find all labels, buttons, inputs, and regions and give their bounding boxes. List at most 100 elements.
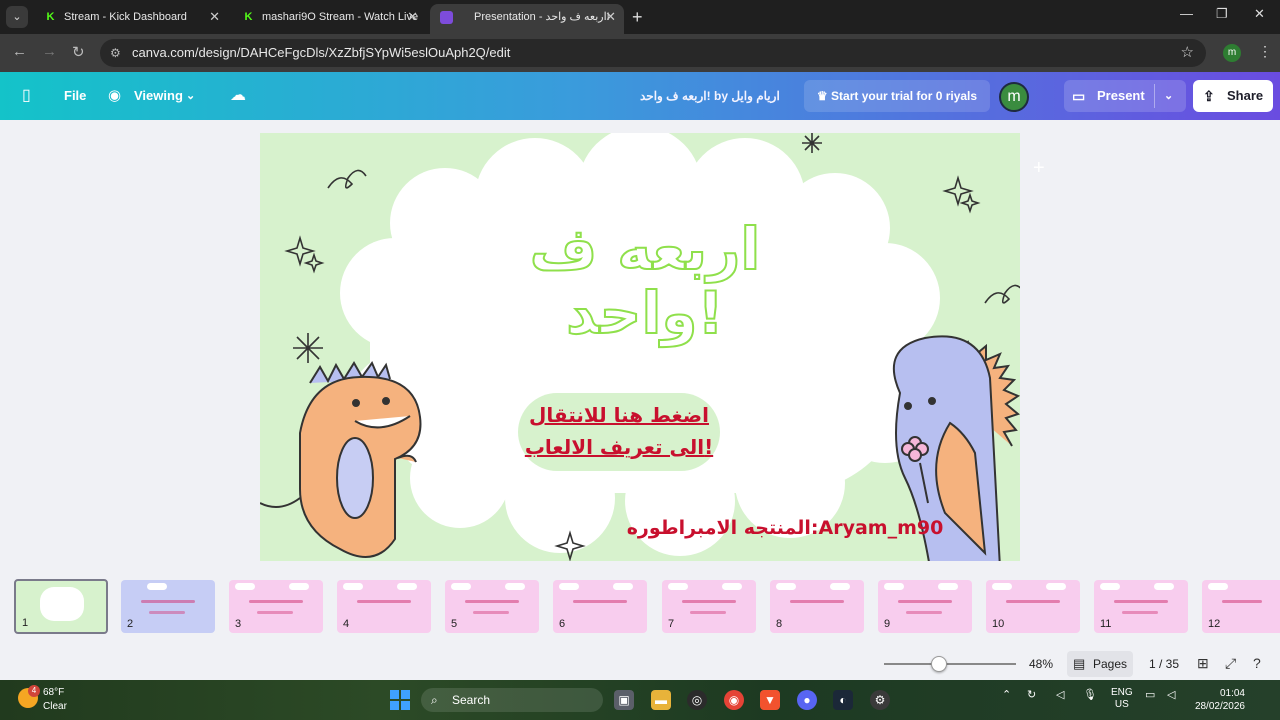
chevron-down-icon[interactable]: ⌄	[186, 72, 195, 120]
kick-icon: K	[46, 11, 55, 23]
slide-canvas[interactable]: اربعه ف واحد! اضغط هنا للانتقال الى تعري…	[260, 133, 1020, 561]
zoom-level[interactable]: 48%	[1029, 657, 1053, 671]
reload-icon[interactable]: ↻	[72, 43, 85, 61]
zoom-slider-handle[interactable]	[931, 656, 948, 672]
windows-start-icon[interactable]	[390, 690, 410, 710]
pages-button[interactable]: ▤ Pages	[1067, 651, 1133, 677]
close-icon[interactable]: ✕	[209, 4, 220, 30]
new-tab-button[interactable]: +	[632, 6, 643, 28]
slide-artwork	[260, 133, 1020, 561]
page-thumbnail[interactable]: 1	[14, 579, 108, 634]
present-icon: ▭	[1072, 88, 1086, 104]
obs-icon[interactable]: ◎	[687, 690, 707, 710]
trial-button[interactable]: ♛ Start your trial for 0 riyals	[804, 80, 990, 112]
discord-icon[interactable]: ●	[797, 690, 817, 710]
sync-icon[interactable]: ↻	[1027, 688, 1036, 701]
browser-tab-stream[interactable]: K mashari9O Stream - Watch Live ✕	[232, 4, 426, 34]
page-thumbnail[interactable]: 6	[553, 580, 647, 633]
page-number: 6	[559, 618, 566, 630]
site-info-icon[interactable]: ⚙	[110, 39, 121, 67]
browser-menu-icon[interactable]: ⋮	[1258, 43, 1272, 60]
page-thumbnail[interactable]: 12	[1202, 580, 1280, 633]
system-clock[interactable]: 01:04 28/02/2026	[1189, 687, 1245, 713]
tab-search-button[interactable]: ⌄	[6, 6, 28, 28]
page-number: 9	[884, 618, 891, 630]
page-number: 8	[776, 618, 783, 630]
show-hidden-icons[interactable]: ⌃	[1002, 688, 1011, 701]
region-code: US	[1114, 699, 1129, 710]
add-collaborator-icon[interactable]: +	[1033, 144, 1045, 192]
page-number: 10	[992, 618, 1005, 630]
page-thumbnail[interactable]: 9	[878, 580, 972, 633]
forward-icon[interactable]: →	[42, 43, 57, 60]
slide-credit[interactable]: المنتجه الامبراطوره:Aryam_m90	[620, 517, 950, 539]
trial-label: Start your trial for 0 riyals	[831, 89, 978, 103]
page-thumbnail[interactable]: 4	[337, 580, 431, 633]
browser-tab-presentation[interactable]: Presentation - اربعه ف واحد! ✕	[430, 4, 624, 34]
file-menu[interactable]: File	[64, 72, 86, 120]
page-thumbnail[interactable]: 8	[770, 580, 864, 633]
settings-gear-icon[interactable]: ⚙	[870, 690, 890, 710]
pages-icon: ▤	[1073, 656, 1086, 671]
page-number: 12	[1208, 618, 1221, 630]
network-icon[interactable]: ▭	[1145, 688, 1155, 701]
weather-badge: 4	[28, 685, 40, 697]
present-button[interactable]: ▭ Present ⌄	[1064, 80, 1186, 112]
divider	[1154, 84, 1155, 108]
task-view-icon[interactable]: ▣	[614, 690, 634, 710]
grid-view-icon[interactable]: ⊞	[1197, 655, 1209, 672]
browser-tab-kick-dashboard[interactable]: K Stream - Kick Dashboard ✕	[34, 4, 228, 34]
file-explorer-icon[interactable]: ▬	[651, 690, 671, 710]
page-counter: 1 / 35	[1149, 657, 1180, 671]
cloud-saved-icon[interactable]: ☁	[230, 72, 246, 120]
page-thumbnail[interactable]: 7	[662, 580, 756, 633]
url-field[interactable]: ⚙ canva.com/design/DAHCeFgcDls/XzZbfjSYp…	[100, 39, 1206, 67]
tab-title: mashari9O Stream - Watch Live	[262, 11, 419, 23]
steam-icon[interactable]: ◐	[833, 690, 853, 710]
maximize-icon[interactable]: ❐	[1216, 6, 1228, 22]
minimize-icon[interactable]: —	[1180, 6, 1193, 21]
page-thumbnail[interactable]: 2	[121, 580, 215, 633]
brave-icon[interactable]: ▼	[760, 690, 780, 710]
address-bar: ← → ↻ ⚙ canva.com/design/DAHCeFgcDls/XzZ…	[0, 34, 1280, 72]
page-number: 7	[668, 618, 675, 630]
zoom-slider-track[interactable]	[884, 663, 1016, 665]
close-icon[interactable]: ✕	[407, 4, 418, 30]
fullscreen-icon[interactable]: ⤢	[1225, 655, 1236, 672]
cta-line-2: الى تعريف الالعاب!	[524, 435, 714, 459]
orange-dinosaur	[260, 360, 422, 558]
bookmark-star-icon[interactable]: ☆	[1181, 39, 1194, 67]
kick-icon: K	[244, 11, 253, 23]
chrome-icon[interactable]: ◉	[724, 690, 744, 710]
search-icon: ⌕	[431, 693, 438, 707]
cta-link[interactable]: اضغط هنا للانتقال الى تعريف الالعاب!	[518, 399, 720, 463]
page-thumbnail[interactable]: 10	[986, 580, 1080, 633]
page-thumbnail[interactable]: 3	[229, 580, 323, 633]
canva-icon	[440, 11, 453, 24]
slide-title[interactable]: اربعه ف واحد!	[510, 216, 780, 346]
viewing-dropdown[interactable]: Viewing	[134, 72, 183, 120]
page-number: 4	[343, 618, 350, 630]
language-indicator[interactable]: ENG US	[1111, 687, 1133, 711]
clock-date: 28/02/2026	[1194, 701, 1245, 712]
page-thumbnail[interactable]: 5	[445, 580, 539, 633]
window-close-icon[interactable]: ✕	[1254, 6, 1265, 22]
page-number: 1	[22, 617, 29, 629]
help-icon[interactable]: ?	[1253, 655, 1261, 671]
taskbar-search[interactable]: ⌕ Search	[421, 688, 603, 712]
design-title[interactable]: اربعه ف واحد! by اريام وايل	[640, 72, 780, 120]
page-thumbnail[interactable]: 11	[1094, 580, 1188, 633]
browser-tab-strip: ⌄ K Stream - Kick Dashboard ✕ K mashari9…	[0, 0, 1280, 34]
speaker-icon[interactable]: ◁	[1056, 688, 1064, 701]
browser-profile-avatar[interactable]: m	[1223, 44, 1241, 62]
cta-line-1: اضغط هنا للانتقال	[529, 403, 709, 427]
chevron-down-icon[interactable]: ⌄	[1164, 80, 1173, 112]
share-button[interactable]: ⇪ Share	[1193, 80, 1273, 112]
volume-icon[interactable]: ◁	[1167, 688, 1175, 701]
user-avatar[interactable]: m	[999, 82, 1029, 112]
close-icon[interactable]: ✕	[605, 4, 616, 30]
microphone-icon[interactable]: 🎙	[1083, 688, 1097, 701]
back-icon[interactable]: ←	[12, 43, 27, 60]
side-panel-icon[interactable]: ▯	[22, 72, 31, 120]
pages-label: Pages	[1093, 657, 1128, 671]
